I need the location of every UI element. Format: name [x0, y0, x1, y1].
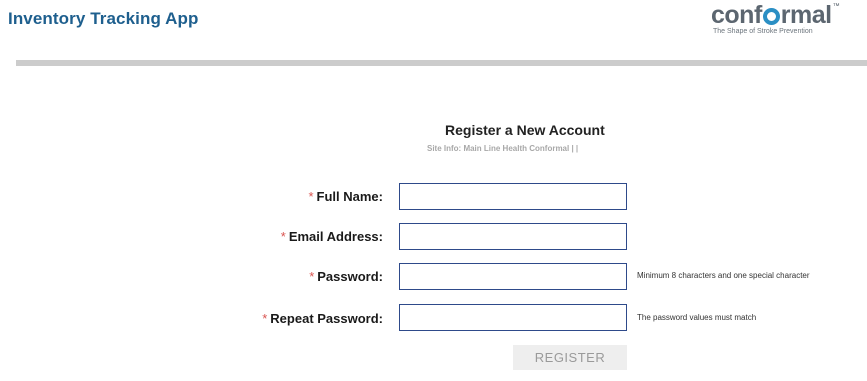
header-divider: [16, 60, 867, 66]
password-label: * Password:: [309, 269, 383, 284]
logo-o-ring-icon: [762, 7, 780, 25]
full-name-label-text: Full Name:: [316, 189, 383, 204]
repeat-password-field[interactable]: [399, 304, 627, 331]
required-marker: *: [309, 269, 315, 284]
required-marker: *: [280, 229, 286, 244]
email-address-label: * Email Address:: [281, 229, 383, 244]
required-marker: *: [262, 311, 268, 326]
repeat-password-label-text: Repeat Password:: [270, 311, 383, 326]
logo-wordmark: conf rmal ™: [711, 1, 840, 29]
conformal-logo: conf rmal ™ The Shape of Stroke Prevention: [705, 1, 865, 37]
required-marker: *: [308, 189, 314, 204]
password-label-text: Password:: [317, 269, 383, 284]
full-name-label: * Full Name:: [308, 189, 383, 204]
email-address-field[interactable]: [399, 223, 627, 250]
repeat-password-label: * Repeat Password:: [262, 311, 383, 326]
full-name-field[interactable]: [399, 183, 627, 210]
repeat-password-hint: The password values must match: [637, 313, 757, 322]
logo-tagline: The Shape of Stroke Prevention: [713, 28, 813, 35]
app-title: Inventory Tracking App: [8, 9, 199, 28]
logo-word-prefix: conf: [711, 1, 762, 29]
site-info: Site Info: Main Line Health Conformal | …: [427, 144, 579, 153]
password-hint: Minimum 8 characters and one special cha…: [637, 271, 810, 280]
form-title: Register a New Account: [445, 122, 605, 138]
register-button[interactable]: REGISTER: [513, 345, 627, 370]
logo-word-suffix: rmal: [780, 1, 832, 29]
password-field[interactable]: [399, 263, 627, 290]
logo-trademark: ™: [832, 3, 840, 10]
email-address-label-text: Email Address:: [288, 229, 383, 244]
